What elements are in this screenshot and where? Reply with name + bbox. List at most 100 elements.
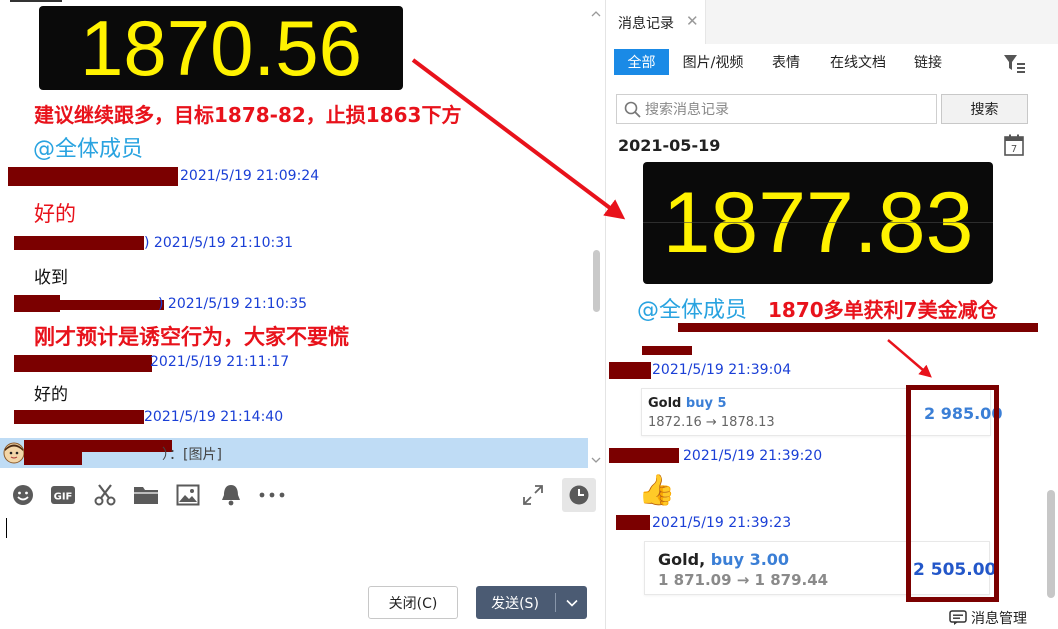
redacted-sender xyxy=(24,440,172,452)
screenshot-button[interactable] xyxy=(92,483,118,507)
redacted-sender xyxy=(609,448,679,463)
remind-button[interactable] xyxy=(218,483,244,507)
tab-message-history[interactable]: 消息记录 ✕ xyxy=(606,0,706,44)
redacted-sender xyxy=(24,452,82,465)
filter-all[interactable]: 全部 xyxy=(614,49,669,75)
redacted-sender xyxy=(609,362,651,379)
redacted-sender xyxy=(14,295,60,312)
redacted-sender xyxy=(14,236,144,250)
message-timestamp: 2021/5/19 21:39:20 xyxy=(683,448,823,464)
text-input-caret[interactable] xyxy=(6,518,7,538)
message-timestamp: 2021/5/19 21:39:23 xyxy=(652,515,792,531)
chevron-down-icon xyxy=(565,599,578,607)
trade-symbol: Gold buy 5 xyxy=(648,396,727,411)
message-text: 好的 xyxy=(34,385,68,405)
close-button[interactable]: 关闭(C) xyxy=(368,586,458,619)
message-timestamp: 2021/5/19 21:14:40 xyxy=(144,409,284,425)
expand-input-button[interactable] xyxy=(520,483,546,507)
filter-sticker[interactable]: 表情 xyxy=(766,49,806,75)
send-button[interactable]: 发送(S) xyxy=(476,586,587,619)
red-annotation-dont-panic: 刚才预计是诱空行为，大家不要慌 xyxy=(34,325,349,349)
clock-icon xyxy=(569,485,589,505)
search-icon xyxy=(624,101,641,118)
redacted-sender xyxy=(14,355,152,372)
redacted-sender xyxy=(60,300,164,310)
redacted-sender xyxy=(642,346,692,355)
red-annotation-strategy: 建议继续跟多，目标1878-82，止损1863下方 xyxy=(34,103,462,127)
trade-prices: 1872.16 → 1878.13 xyxy=(648,415,775,430)
message-timestamp: 2021/5/19 21:11:17 xyxy=(150,354,290,370)
trade-symbol: Gold, buy 3.00 xyxy=(658,550,789,569)
filter-online-doc[interactable]: 在线文档 xyxy=(822,49,894,75)
trade-side: buy 5 xyxy=(685,396,727,411)
mention-all-members[interactable]: @全体成员 xyxy=(637,292,747,324)
svg-text:GIF: GIF xyxy=(54,492,73,503)
search-box[interactable] xyxy=(616,94,937,124)
scroll-thumb[interactable] xyxy=(1047,490,1055,598)
filter-link[interactable]: 链接 xyxy=(908,49,948,75)
avatar xyxy=(3,442,25,464)
trade-side: buy 3.00 xyxy=(710,550,790,569)
emoji-button[interactable] xyxy=(10,483,36,507)
price-screenshot[interactable]: 1877.83 xyxy=(643,162,993,284)
folder-icon xyxy=(134,487,158,504)
chat-scrollbar[interactable] xyxy=(590,10,602,465)
search-input[interactable] xyxy=(645,100,933,119)
new-message-notice[interactable]: ）：[图片] xyxy=(0,438,588,468)
message-timestamp: ) 2021/5/19 21:10:35 xyxy=(158,296,308,312)
filter-media[interactable]: 图片/视频 xyxy=(676,49,750,75)
close-tab-icon[interactable]: ✕ xyxy=(686,12,699,30)
history-scrollbar[interactable] xyxy=(1045,130,1057,600)
message-manage-icon xyxy=(949,610,967,625)
more-dots-icon xyxy=(259,492,285,498)
calendar-icon[interactable]: 7 xyxy=(1004,134,1024,156)
gif-icon: GIF xyxy=(51,486,75,504)
expand-icon xyxy=(523,485,543,505)
emoji-icon xyxy=(13,485,33,505)
send-options-button[interactable] xyxy=(556,586,587,619)
redacted-sender xyxy=(14,410,144,424)
tab-title: 消息记录 xyxy=(618,16,674,32)
scroll-up-icon[interactable] xyxy=(591,10,601,18)
scissors-icon xyxy=(94,484,116,506)
history-footer: 消息管理 xyxy=(606,604,1058,629)
price-screenshot-top[interactable]: 1870.56 xyxy=(39,4,403,92)
bell-icon xyxy=(222,485,240,506)
mention-all-members[interactable]: @全体成员 xyxy=(33,131,143,163)
price-image-divider xyxy=(643,222,993,223)
chat-pane: 1870.56 建议继续跟多，目标1878-82，止损1863下方 @全体成员 … xyxy=(0,0,604,629)
redacted-sender xyxy=(678,323,1038,332)
trade-prices: 1 871.09 → 1 879.44 xyxy=(658,571,829,589)
chat-window: 1870.56 建议继续跟多，目标1878-82，止损1863下方 @全体成员 … xyxy=(0,0,1058,629)
file-button[interactable] xyxy=(133,483,159,507)
message-timestamp: 2021/5/19 21:39:04 xyxy=(652,362,792,378)
send-button-label[interactable]: 发送(S) xyxy=(476,586,554,619)
message-manager-label: 消息管理 xyxy=(971,611,1027,627)
more-button[interactable] xyxy=(257,483,287,507)
message-history-button[interactable] xyxy=(562,478,596,512)
history-tab-bar: 消息记录 ✕ xyxy=(606,0,1058,44)
image-button[interactable] xyxy=(175,483,201,507)
trade-symbol-name: Gold xyxy=(648,396,682,411)
top-divider xyxy=(10,0,62,2)
message-text: 收到 xyxy=(34,268,68,288)
search-button[interactable]: 搜索 xyxy=(941,94,1028,124)
redacted-sender xyxy=(8,167,178,186)
message-manager-button[interactable]: 消息管理 xyxy=(949,608,1027,628)
trade-symbol-name: Gold, xyxy=(658,550,706,569)
input-toolbar: GIF xyxy=(0,472,604,516)
filter-icon[interactable] xyxy=(1002,52,1026,74)
redacted-sender xyxy=(616,515,650,530)
profit-highlight-frame xyxy=(906,385,999,602)
message-text: 好的 xyxy=(34,202,76,226)
message-timestamp: ) 2021/5/19 21:10:31 xyxy=(144,235,294,251)
date-header: 2021-05-19 xyxy=(618,136,721,155)
thumbs-up-emoji: 👍 xyxy=(638,473,676,508)
scroll-thumb[interactable] xyxy=(593,250,600,312)
image-icon xyxy=(176,484,200,506)
svg-text:7: 7 xyxy=(1011,144,1017,155)
notice-text: ）：[图片] xyxy=(162,447,222,463)
scroll-down-icon[interactable] xyxy=(591,456,601,464)
gif-button[interactable]: GIF xyxy=(50,483,76,507)
message-timestamp: 2021/5/19 21:09:24 xyxy=(180,168,320,184)
